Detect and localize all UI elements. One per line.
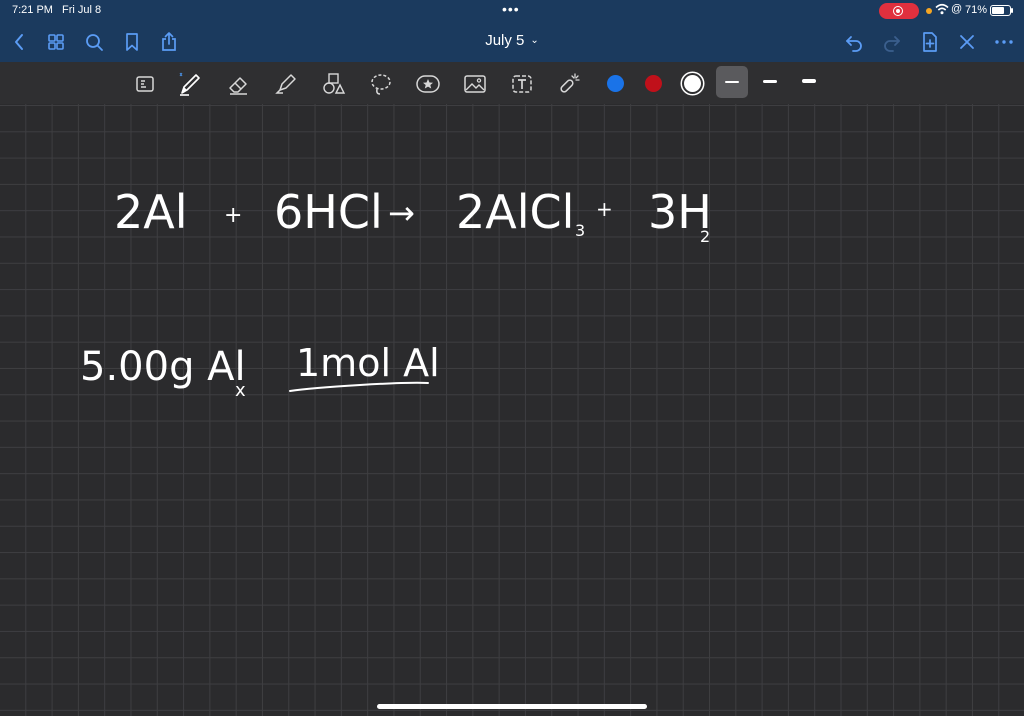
laser-pointer-icon[interactable] — [555, 70, 583, 98]
drawing-toolbar — [0, 62, 1024, 104]
equation-sub-3: 3 — [575, 221, 585, 240]
wifi-icon — [935, 3, 949, 18]
pen-icon[interactable] — [176, 70, 204, 98]
home-indicator[interactable] — [377, 704, 647, 709]
equation-plus-2: + — [596, 197, 613, 221]
color-swatch-red[interactable] — [645, 75, 662, 92]
stroke-width-thin[interactable] — [716, 66, 748, 98]
equation-arrow: → — [388, 194, 415, 232]
battery-icon — [990, 5, 1013, 16]
document-title-text: July 5 — [485, 32, 525, 49]
status-bar: 7:21 PM Fri Jul 8 ••• @ 71% — [0, 0, 1024, 22]
more-icon[interactable] — [992, 30, 1016, 54]
equation-term-2alcl: 2AlCl — [456, 185, 574, 239]
battery-percent: 71% — [965, 4, 988, 16]
color-swatch-blue[interactable] — [607, 75, 624, 92]
multiply-sign: x — [235, 380, 246, 401]
read-only-icon[interactable] — [131, 70, 159, 98]
image-icon[interactable] — [461, 70, 489, 98]
chevron-down-icon: ⌄ — [530, 35, 539, 46]
elements-icon[interactable] — [414, 70, 442, 98]
equation-term-6hcl: 6HCl — [274, 185, 383, 239]
handwriting-layer: 2Al + 6HCl → 2AlCl 3 + 3H 2 5.00g Al x 1… — [80, 185, 712, 401]
multitasking-dots[interactable]: ••• — [502, 1, 520, 17]
lasso-icon[interactable] — [367, 70, 395, 98]
stroke-width-thick[interactable] — [802, 79, 816, 83]
mass-value: 5.00g Al — [80, 344, 246, 390]
microphone-indicator-icon — [926, 8, 932, 14]
status-time: 7:21 PM — [12, 4, 53, 16]
equation-term-2al: 2Al — [114, 185, 188, 239]
battery-level — [992, 7, 1005, 14]
add-page-icon[interactable] — [918, 30, 942, 54]
highlighter-icon[interactable] — [272, 70, 300, 98]
orientation-lock-icon: @ — [951, 3, 963, 15]
shapes-icon[interactable] — [320, 70, 348, 98]
color-swatch-white[interactable] — [684, 75, 701, 92]
note-canvas[interactable]: 2Al + 6HCl → 2AlCl 3 + 3H 2 5.00g Al x 1… — [0, 104, 1024, 716]
navigation-bar: July 5 ⌄ — [0, 22, 1024, 62]
screen-recording-indicator[interactable] — [879, 3, 919, 19]
equation-plus-1: + — [224, 203, 242, 228]
redo-icon[interactable] — [880, 30, 904, 54]
stroke-width-medium[interactable] — [763, 80, 777, 83]
record-icon — [893, 6, 903, 16]
text-icon[interactable] — [508, 70, 536, 98]
status-date: Fri Jul 8 — [62, 4, 102, 16]
document-title[interactable]: July 5 ⌄ — [0, 32, 1024, 49]
equation-sub-2: 2 — [700, 227, 710, 246]
undo-icon[interactable] — [842, 30, 866, 54]
thin-stroke-icon — [725, 81, 739, 83]
conversion-numerator: 1mol Al — [296, 341, 440, 385]
close-icon[interactable] — [955, 30, 979, 54]
eraser-icon[interactable] — [225, 70, 253, 98]
